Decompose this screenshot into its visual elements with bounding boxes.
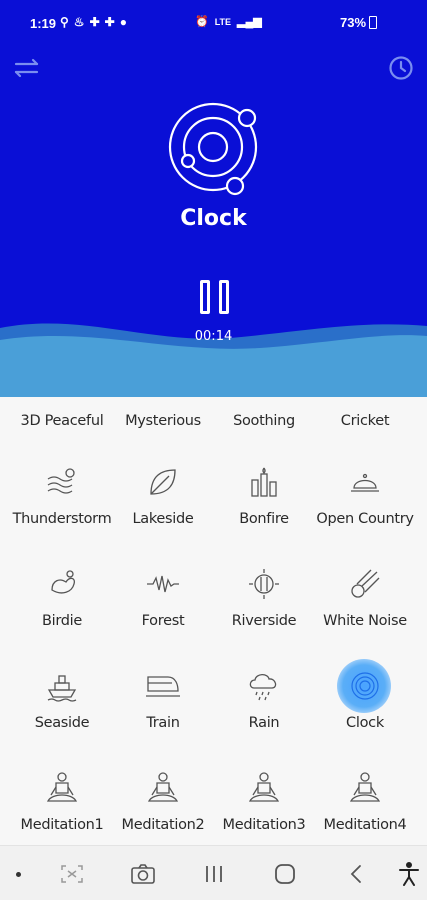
home-icon bbox=[275, 864, 295, 884]
rain-cloud-icon bbox=[246, 668, 282, 704]
sound-lakeside[interactable]: Lakeside bbox=[110, 450, 216, 550]
sound-row: Meditation1 Meditation2 Meditation3 Medi… bbox=[0, 756, 427, 858]
alarm-icon: ⏰ bbox=[195, 16, 209, 28]
sound-label: Rain bbox=[248, 715, 280, 731]
sound-bonfire[interactable]: Bonfire bbox=[211, 450, 317, 550]
meditation-icon bbox=[145, 770, 181, 806]
shuffle-menu-button[interactable] bbox=[13, 54, 41, 82]
now-playing-title: Clock bbox=[180, 206, 247, 231]
battery-icon bbox=[369, 16, 378, 29]
ship-icon bbox=[44, 668, 80, 704]
sound-label: Meditation3 bbox=[222, 817, 306, 833]
notification-icon: ✚ bbox=[104, 15, 115, 29]
sound-label: Birdie bbox=[41, 613, 83, 629]
meteor-icon bbox=[347, 566, 383, 602]
sound-label: Forest bbox=[141, 613, 185, 629]
arrows-icon bbox=[14, 58, 39, 78]
sun-icon bbox=[246, 566, 282, 602]
sound-label: Lakeside bbox=[132, 511, 194, 527]
thunderstorm-icon bbox=[44, 464, 80, 500]
sound-label: Mysterious bbox=[125, 413, 201, 429]
sound-label: Open Country bbox=[316, 511, 414, 527]
sound-label: Meditation1 bbox=[20, 817, 104, 833]
dot-icon bbox=[15, 871, 21, 877]
sound-label: 3D Peaceful bbox=[20, 413, 104, 429]
sound-label: White Noise bbox=[323, 613, 407, 629]
camera-icon bbox=[131, 864, 155, 884]
waveform-icon bbox=[145, 566, 181, 602]
bell-icon bbox=[347, 464, 383, 500]
chat-icon: ● bbox=[119, 15, 127, 29]
status-bar: 1:19 ⚲ ♨ ✚ ✚ ● ⏰ LTE ▂▄▆ 73% bbox=[0, 12, 427, 36]
leaf-icon bbox=[145, 464, 181, 500]
notification-icons: ⚲ ♨ ✚ ✚ ● bbox=[60, 15, 127, 29]
candles-icon bbox=[246, 464, 282, 500]
scan-icon bbox=[61, 865, 83, 883]
app-logo-icon bbox=[168, 102, 258, 196]
sound-row: Seaside Train Rain Clock bbox=[0, 654, 427, 756]
network-type: LTE bbox=[214, 16, 232, 27]
sound-label: Train bbox=[146, 715, 180, 731]
sound-open-country[interactable]: Open Country bbox=[312, 450, 418, 550]
train-icon bbox=[145, 668, 181, 704]
notification-icon: ✚ bbox=[89, 15, 100, 29]
system-nav-bar bbox=[0, 845, 427, 900]
meditation-icon bbox=[246, 770, 282, 806]
status-time: 1:19 bbox=[30, 16, 57, 31]
accessibility-icon bbox=[399, 862, 419, 886]
timer-button[interactable] bbox=[387, 54, 415, 82]
sound-label: Cricket bbox=[340, 413, 390, 429]
sound-label: Thunderstorm bbox=[12, 511, 112, 527]
back-icon bbox=[350, 865, 361, 883]
home-button[interactable] bbox=[271, 860, 299, 888]
sound-label: Clock bbox=[346, 715, 384, 731]
bird-icon bbox=[44, 566, 80, 602]
sound-clock-active[interactable]: Clock bbox=[312, 654, 418, 754]
sound-label: Meditation2 bbox=[121, 817, 205, 833]
system-icons: ⏰ LTE ▂▄▆ bbox=[195, 15, 262, 28]
clock-icon bbox=[389, 56, 413, 80]
recent-apps-button[interactable] bbox=[200, 860, 228, 888]
pause-button[interactable] bbox=[195, 280, 233, 320]
player-header: 1:19 ⚲ ♨ ✚ ✚ ● ⏰ LTE ▂▄▆ 73% Clock 00:14 bbox=[0, 0, 427, 397]
pause-bar bbox=[218, 280, 229, 314]
sound-train[interactable]: Train bbox=[110, 654, 216, 754]
scan-button[interactable] bbox=[58, 860, 86, 888]
signal-icon: ▂▄▆ bbox=[237, 16, 262, 28]
sound-row: Thunderstorm Lakeside Bonfire Open Count… bbox=[0, 450, 427, 552]
sound-rain[interactable]: Rain bbox=[211, 654, 317, 754]
battery-percent: 73% bbox=[340, 15, 367, 30]
sound-meditation1[interactable]: Meditation1 bbox=[9, 756, 115, 856]
recent-apps-icon bbox=[206, 866, 222, 882]
elapsed-time: 00:14 bbox=[194, 329, 233, 344]
sound-label: Meditation4 bbox=[323, 817, 407, 833]
sound-meditation2[interactable]: Meditation2 bbox=[110, 756, 216, 856]
back-button[interactable] bbox=[342, 860, 370, 888]
sound-white-noise[interactable]: White Noise bbox=[312, 552, 418, 652]
sound-label: Bonfire bbox=[239, 511, 289, 527]
pause-bar bbox=[199, 280, 210, 314]
accessibility-button[interactable] bbox=[395, 860, 423, 888]
battery-indicator: 73% bbox=[340, 15, 378, 30]
sound-birdie[interactable]: Birdie bbox=[9, 552, 115, 652]
sound-label: Riverside bbox=[231, 613, 297, 629]
camera-button[interactable] bbox=[129, 860, 157, 888]
clock-rings-icon bbox=[347, 668, 383, 704]
dot-button[interactable] bbox=[4, 860, 32, 888]
meditation-icon bbox=[347, 770, 383, 806]
sound-forest[interactable]: Forest bbox=[110, 552, 216, 652]
sound-label: Seaside bbox=[34, 715, 90, 731]
sound-row: Birdie Forest Riverside White Noise bbox=[0, 552, 427, 654]
sound-meditation3[interactable]: Meditation3 bbox=[211, 756, 317, 856]
meditation-icon bbox=[44, 770, 80, 806]
sound-riverside[interactable]: Riverside bbox=[211, 552, 317, 652]
sound-meditation4[interactable]: Meditation4 bbox=[312, 756, 418, 856]
sound-label: Soothing bbox=[233, 413, 295, 429]
sound-thunderstorm[interactable]: Thunderstorm bbox=[9, 450, 115, 550]
notification-icon: ⚲ bbox=[60, 15, 69, 29]
notification-icon: ♨ bbox=[73, 15, 85, 29]
sound-seaside[interactable]: Seaside bbox=[9, 654, 115, 754]
